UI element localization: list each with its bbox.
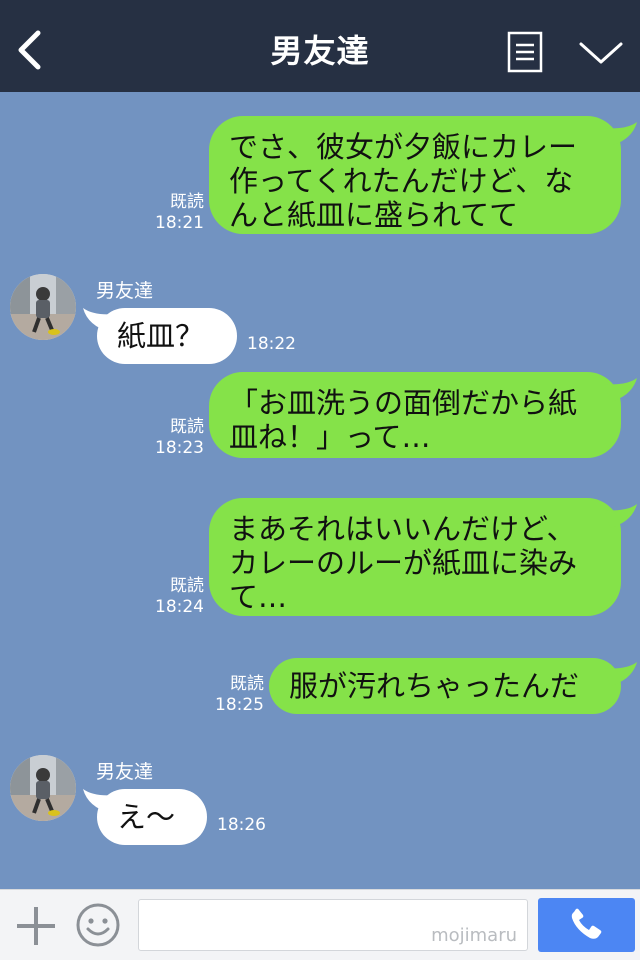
received-message-bubble[interactable]: 紙皿？ [97,308,237,364]
avatar-photo-icon [10,755,76,821]
avatar-photo-icon [10,274,76,340]
message-time: 18:25 [215,695,264,715]
chevron-down-icon[interactable] [578,38,624,68]
input-bar: mojimaru [0,889,640,960]
message-time: 18:24 [155,597,204,617]
message-time: 18:26 [217,815,266,835]
avatar[interactable] [10,755,76,821]
bubble-tail [604,662,637,686]
read-receipt: 既読 18:25 [210,674,264,716]
call-button[interactable] [538,898,635,952]
chat-header: 男友達 [0,0,640,92]
message-text: まあそれはいいんだけど、カレーのルーが紙皿に染みて… [229,512,578,614]
plus-icon[interactable] [15,905,57,947]
message-time: 18:21 [155,213,204,233]
bubble-tail [604,122,637,146]
bubble-tail [604,504,637,528]
sent-message-bubble[interactable]: 「お皿洗うの面倒だから紙皿ね！」って… [209,372,621,458]
read-label: 既読 [170,192,204,212]
message-time: 18:23 [155,438,204,458]
watermark: mojimaru [431,925,517,946]
sent-message-bubble[interactable]: でさ、彼女が夕飯にカレー作ってくれたんだけど、なんと紙皿に盛られてて [209,116,621,234]
sender-name: 男友達 [96,761,154,783]
message-text: 紙皿？ [117,319,205,353]
chat-title: 男友達 [270,32,370,70]
message-input[interactable]: mojimaru [138,899,528,951]
emoji-icon[interactable] [75,902,121,948]
message-text: でさ、彼女が夕飯にカレー作ってくれたんだけど、なんと紙皿に盛られてて [229,130,578,232]
message-text: え〜 [117,800,176,834]
read-label: 既読 [170,576,204,596]
read-label: 既読 [170,417,204,437]
message-time: 18:22 [247,334,296,354]
bubble-tail [604,378,637,402]
read-receipt: 既読 18:21 [150,192,204,234]
sent-message-bubble[interactable]: 服が汚れちゃったんだ [269,658,621,714]
read-label: 既読 [230,674,264,694]
phone-icon [571,908,602,939]
message-text: 服が汚れちゃったんだ [289,669,580,703]
read-receipt: 既読 18:23 [150,417,204,459]
avatar[interactable] [10,274,76,340]
list-icon[interactable] [507,31,543,73]
read-receipt: 既読 18:24 [150,576,204,618]
sent-message-bubble[interactable]: まあそれはいいんだけど、カレーのルーが紙皿に染みて… [209,498,621,616]
received-message-bubble[interactable]: え〜 [97,789,207,845]
message-text: 「お皿洗うの面倒だから紙皿ね！」って… [229,386,578,454]
chat-area[interactable]: 既読 18:21 でさ、彼女が夕飯にカレー作ってくれたんだけど、なんと紙皿に盛ら… [0,92,640,889]
sender-name: 男友達 [96,280,154,302]
